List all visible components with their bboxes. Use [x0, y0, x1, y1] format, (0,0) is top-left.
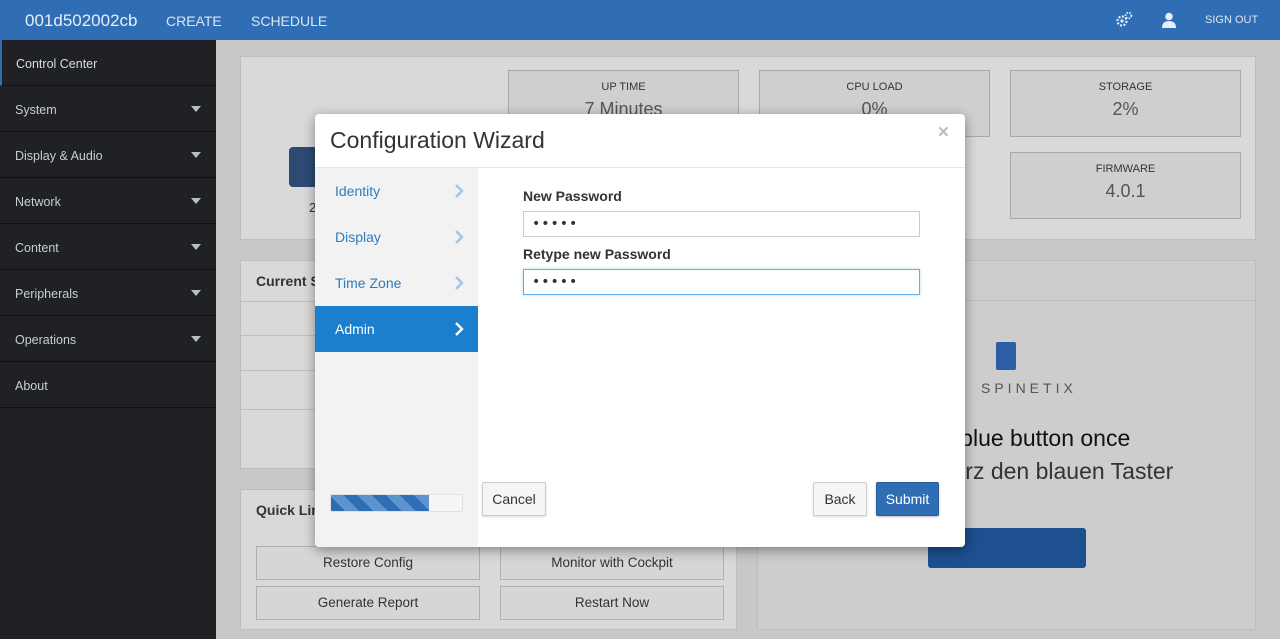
- sidebar-item-content[interactable]: Content: [0, 224, 216, 270]
- close-icon[interactable]: ×: [938, 122, 949, 144]
- quick-links-heading: Quick Lin: [256, 502, 320, 518]
- promo-line-2: kurz den blauen Taster: [941, 458, 1174, 484]
- sidebar-item-label: Display & Audio: [15, 149, 103, 163]
- sidebar-item-label: Network: [15, 195, 61, 209]
- chevron-right-icon: [455, 230, 464, 244]
- sidebar-item-system[interactable]: System: [0, 86, 216, 132]
- caret-down-icon: [191, 336, 201, 342]
- spinetix-logo-icon: [996, 342, 1016, 370]
- sidebar-item-about[interactable]: About: [0, 362, 216, 408]
- top-navbar: 001d502002cb CREATE SCHEDULE SIGN OUT: [0, 0, 1280, 40]
- firmware-stat: FIRMWARE 4.0.1: [1010, 152, 1241, 219]
- chevron-right-icon: [455, 322, 464, 336]
- sidebar-item-label: System: [15, 103, 57, 117]
- admin-password-form: New Password Retype new Password: [523, 188, 920, 295]
- sidebar-item-operations[interactable]: Operations: [0, 316, 216, 362]
- new-password-label: New Password: [523, 188, 622, 204]
- new-password-input[interactable]: [523, 211, 920, 237]
- modal-header: Configuration Wizard ×: [315, 114, 965, 168]
- chevron-right-icon: [455, 184, 464, 198]
- uptime-label: UP TIME: [601, 81, 646, 93]
- create-nav-link[interactable]: CREATE: [166, 13, 222, 29]
- wizard-step-label: Identity: [335, 183, 381, 199]
- sidebar-item-label: Operations: [15, 333, 77, 347]
- caret-down-icon: [191, 290, 201, 296]
- sidebar-item-label: Control Center: [16, 57, 98, 71]
- wizard-step-admin[interactable]: Admin: [315, 306, 478, 352]
- firmware-label: FIRMWARE: [1095, 163, 1156, 175]
- storage-stat: STORAGE 2%: [1010, 70, 1241, 137]
- submit-button[interactable]: Submit: [876, 482, 939, 516]
- device-name-link[interactable]: 001d502002cb: [25, 11, 138, 31]
- schedule-nav-link[interactable]: SCHEDULE: [251, 13, 327, 29]
- sidebar-item-peripherals[interactable]: Peripherals: [0, 270, 216, 316]
- sign-out-link[interactable]: SIGN OUT: [1205, 14, 1258, 26]
- sidebar-item-label: Content: [15, 241, 59, 255]
- promo-line-1: e blue button once: [941, 425, 1131, 451]
- back-button[interactable]: Back: [813, 482, 867, 516]
- wizard-step-identity[interactable]: Identity: [315, 168, 478, 214]
- retype-password-input[interactable]: [523, 269, 920, 295]
- retype-password-label: Retype new Password: [523, 246, 671, 262]
- modal-title: Configuration Wizard: [330, 127, 545, 153]
- caret-down-icon: [191, 198, 201, 204]
- monitor-cockpit-button[interactable]: Monitor with Cockpit: [500, 546, 724, 580]
- storage-value: 2%: [1112, 99, 1139, 119]
- sidebar-item-control-center[interactable]: Control Center: [0, 40, 216, 86]
- restart-now-button[interactable]: Restart Now: [500, 586, 724, 620]
- sidebar-item-label: About: [15, 379, 48, 393]
- current-status-heading: Current S: [256, 273, 320, 289]
- chevron-right-icon: [455, 276, 464, 290]
- wizard-progress-bar: [330, 494, 463, 512]
- wizard-steps-nav: Identity Display Time Zone Admin: [315, 168, 478, 547]
- configuration-wizard-modal: Configuration Wizard × Identity Display …: [315, 114, 965, 547]
- user-icon[interactable]: [1160, 11, 1178, 29]
- restore-config-button[interactable]: Restore Config: [256, 546, 480, 580]
- progress-fill: [331, 495, 430, 511]
- cancel-button[interactable]: Cancel: [482, 482, 546, 516]
- storage-label: STORAGE: [1098, 81, 1153, 93]
- caret-down-icon: [191, 244, 201, 250]
- sidebar: Control Center System Display & Audio Ne…: [0, 40, 216, 639]
- wizard-step-label: Display: [335, 229, 381, 245]
- sidebar-item-network[interactable]: Network: [0, 178, 216, 224]
- settings-gears-icon[interactable]: [1115, 11, 1133, 29]
- caret-down-icon: [191, 106, 201, 112]
- sidebar-item-label: Peripherals: [15, 287, 79, 301]
- sidebar-item-display-audio[interactable]: Display & Audio: [0, 132, 216, 178]
- wizard-step-label: Time Zone: [335, 275, 402, 291]
- wizard-step-display[interactable]: Display: [315, 214, 478, 260]
- generate-report-button[interactable]: Generate Report: [256, 586, 480, 620]
- cpu-load-label: CPU LOAD: [846, 81, 903, 93]
- wizard-step-label: Admin: [335, 321, 375, 337]
- promo-brand: SPINETIX: [981, 380, 1077, 396]
- wizard-step-time-zone[interactable]: Time Zone: [315, 260, 478, 306]
- caret-down-icon: [191, 152, 201, 158]
- firmware-value: 4.0.1: [1105, 181, 1146, 201]
